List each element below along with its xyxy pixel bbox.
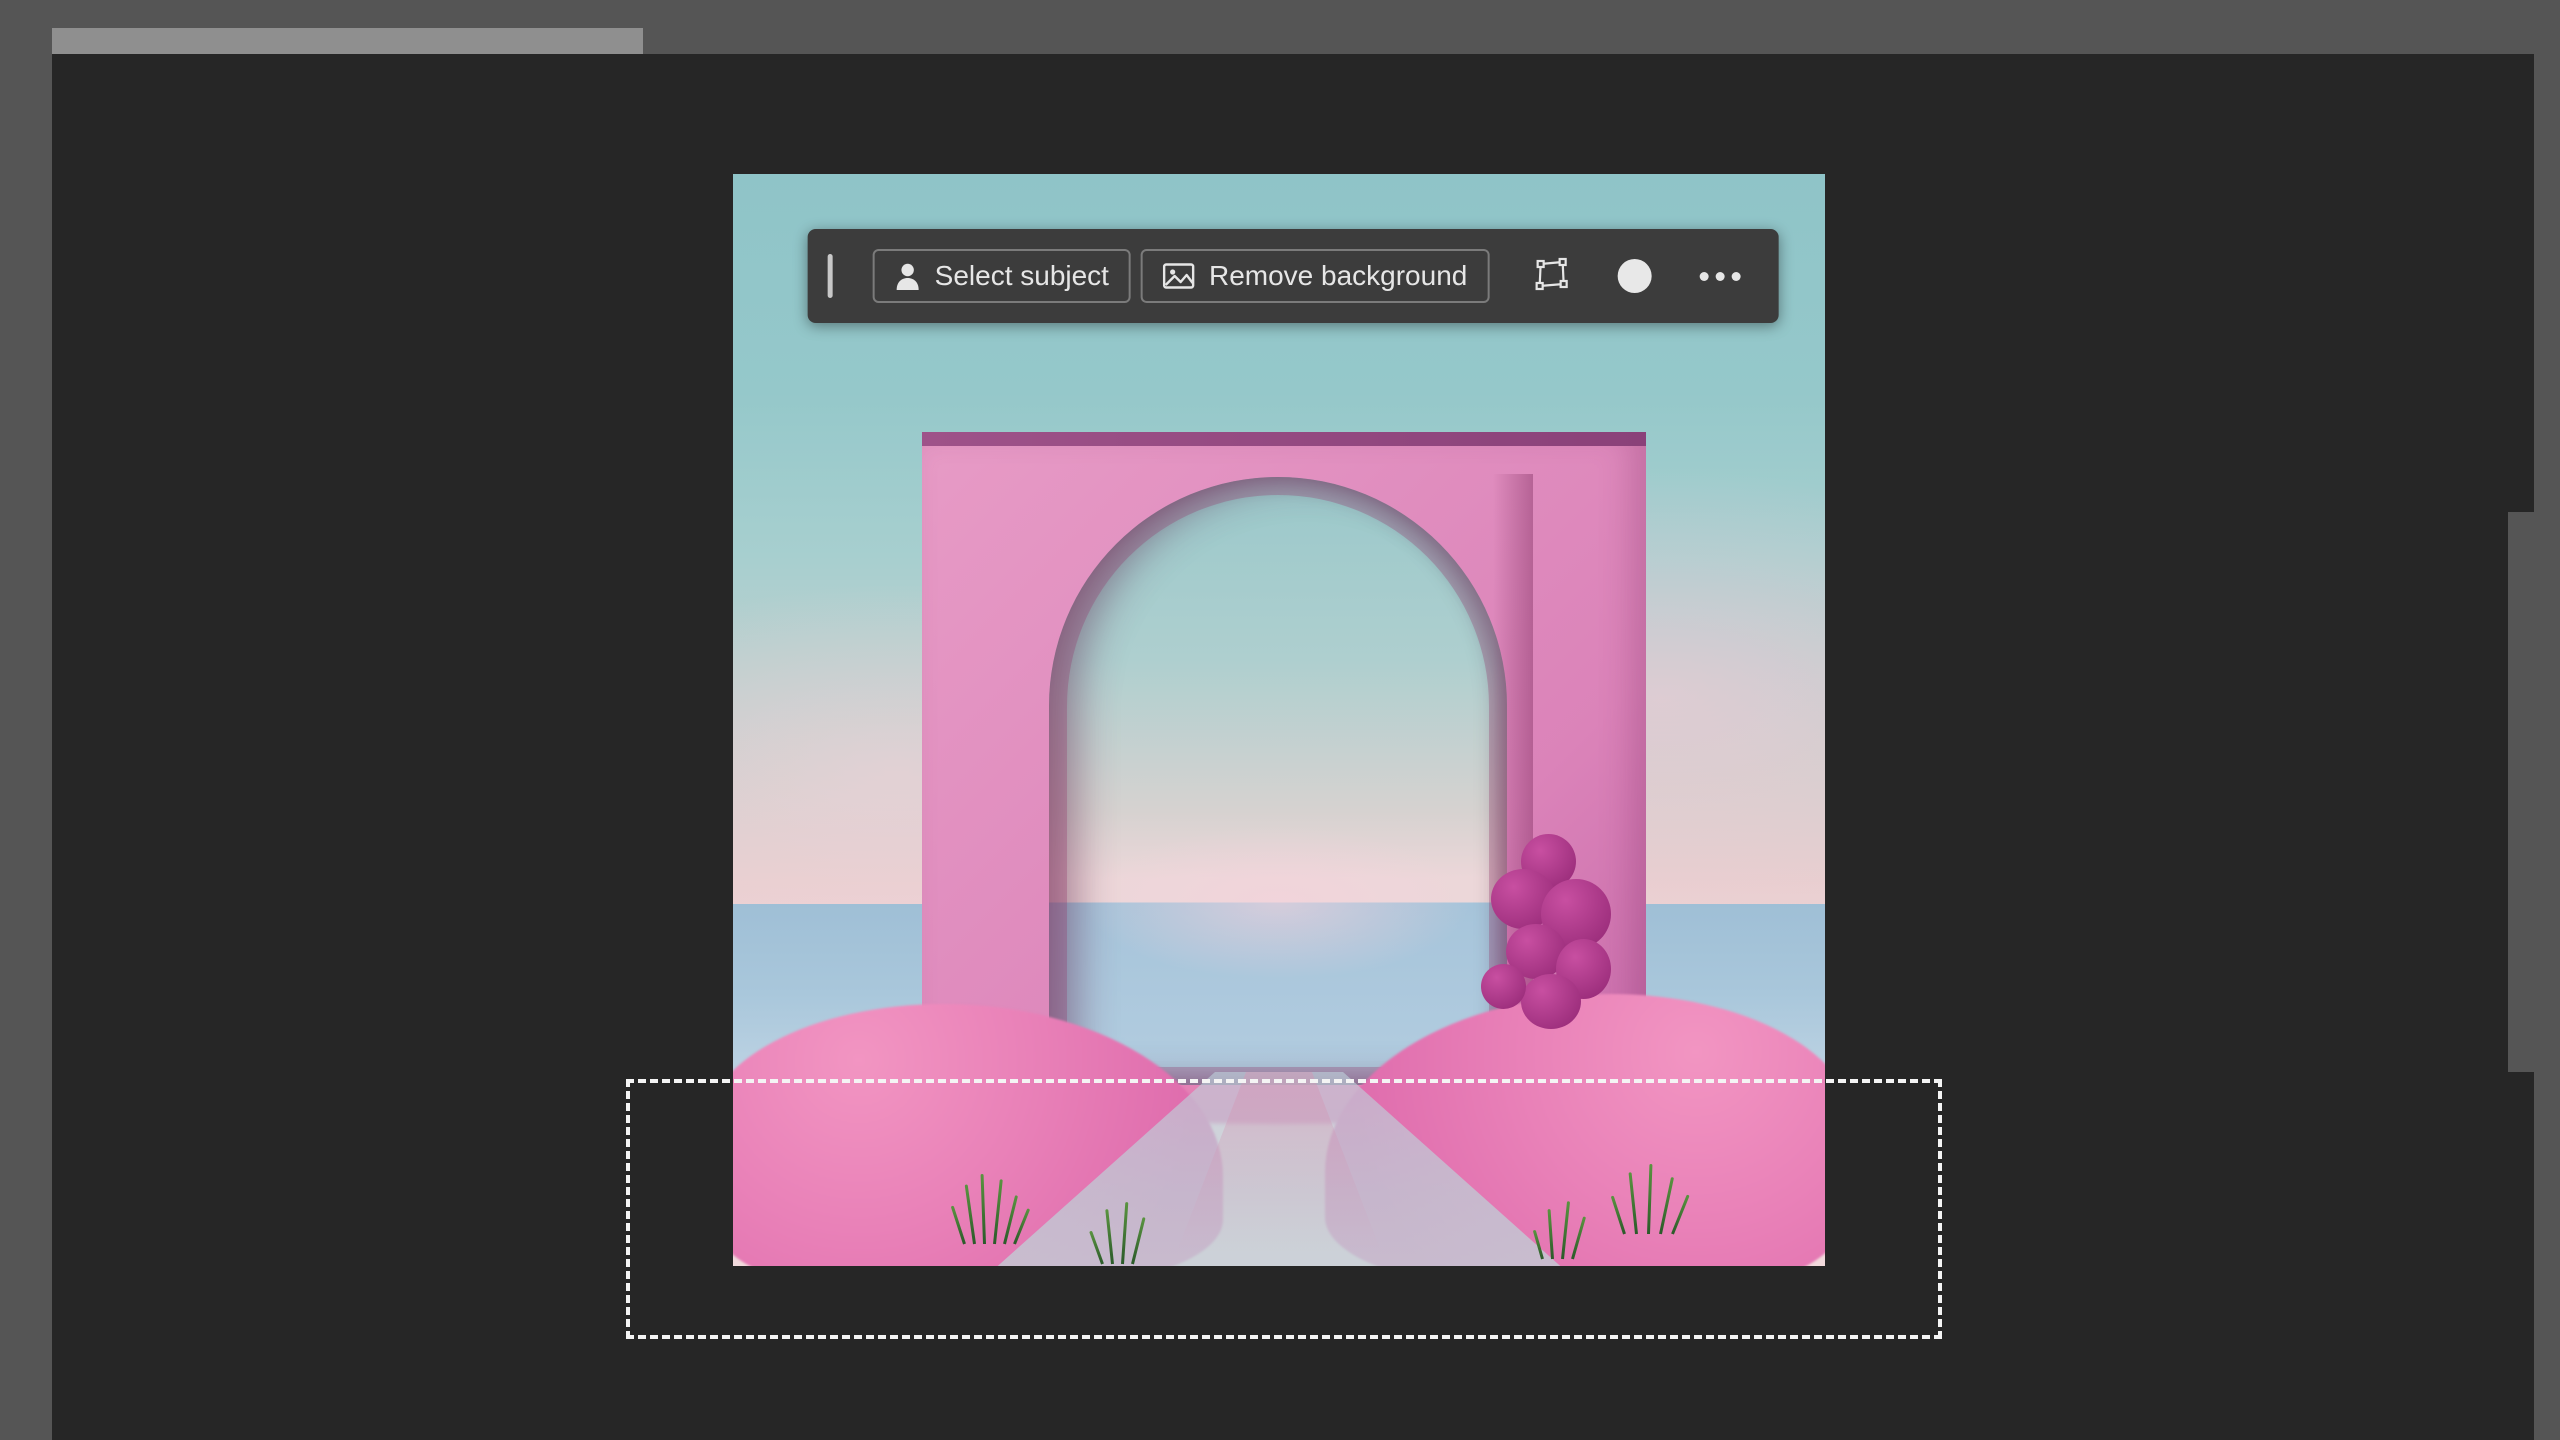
select-subject-button[interactable]: Select subject	[873, 249, 1131, 303]
artwork-pillar-shade	[1493, 474, 1533, 1084]
transform-handles-icon	[1533, 256, 1569, 297]
image-icon	[1163, 263, 1195, 289]
person-silhouette-icon	[895, 262, 921, 290]
more-horizontal-icon	[1715, 272, 1724, 281]
artwork-arch-opening	[1049, 477, 1507, 1085]
vertical-scrollbar-thumb[interactable]	[2508, 512, 2534, 1072]
more-horizontal-icon	[1699, 272, 1708, 281]
remove-background-label: Remove background	[1209, 260, 1467, 292]
canvas-panel: Select subject Remove background	[52, 54, 2534, 1440]
color-swatch-icon[interactable]	[1617, 259, 1651, 293]
more-horizontal-icon	[1731, 272, 1740, 281]
canvas-artwork[interactable]	[733, 174, 1825, 1266]
tab-strip-placeholder	[52, 28, 643, 54]
select-subject-label: Select subject	[935, 260, 1109, 292]
remove-background-button[interactable]: Remove background	[1141, 249, 1489, 303]
artwork-arch-top	[922, 432, 1646, 446]
transform-button[interactable]	[1523, 248, 1579, 304]
drag-handle-icon[interactable]	[828, 254, 833, 298]
contextual-task-bar: Select subject Remove background	[808, 229, 1779, 323]
more-options-button[interactable]	[1689, 262, 1750, 291]
